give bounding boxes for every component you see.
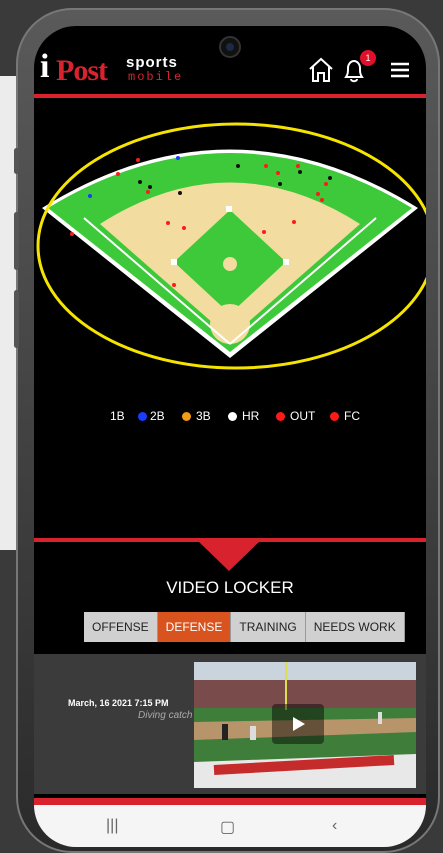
logo-sports: sports: [126, 54, 178, 71]
legend-fc-dot: [330, 412, 339, 421]
video-list-item[interactable]: March, 16 2021 7:15 PM Diving catch: [34, 654, 426, 794]
phone-screen: i Post sports mobile 1 1B 2B 3B HR OUT F…: [34, 26, 426, 846]
tab-offense[interactable]: OFFENSE: [84, 612, 158, 642]
menu-icon[interactable]: [386, 56, 414, 84]
legend-hr-dot: [228, 412, 237, 421]
legend-2b-dot: [138, 412, 147, 421]
notification-badge: 1: [360, 50, 376, 66]
system-navbar: ||| ▢ ‹: [34, 805, 426, 847]
video-thumbnail[interactable]: [194, 662, 416, 788]
play-icon: [293, 717, 305, 731]
legend-label-fc: FC: [344, 409, 360, 423]
logo-i: i: [40, 48, 50, 85]
legend-label-out: OUT: [290, 409, 316, 423]
video-locker-tabs: OFFENSE DEFENSE TRAINING NEEDS WORK: [84, 612, 405, 642]
tab-training[interactable]: TRAINING: [231, 612, 306, 642]
recents-icon[interactable]: |||: [106, 817, 118, 835]
phone-side-button: [14, 148, 19, 174]
legend-label-hr: HR: [242, 409, 260, 423]
video-date: March, 16 2021 7:15 PM: [68, 698, 169, 708]
legend-label-1b: 1B: [110, 409, 125, 423]
spray-chart-legend: 1B 2B 3B HR OUT FC: [110, 409, 410, 425]
highlight-ellipse: [36, 122, 426, 370]
phone-volume-up: [14, 212, 19, 270]
back-icon[interactable]: ‹: [332, 817, 337, 835]
legend-out-dot: [276, 412, 285, 421]
home-circle-icon[interactable]: ▢: [220, 817, 235, 837]
video-locker-title: VIDEO LOCKER: [166, 578, 294, 597]
tab-defense[interactable]: DEFENSE: [157, 612, 232, 642]
play-button[interactable]: [272, 704, 324, 744]
section-arrow: [198, 541, 260, 571]
phone-volume-down: [14, 290, 19, 348]
header-divider: [34, 94, 426, 98]
logo-post: Post: [56, 54, 108, 87]
legend-3b-dot: [182, 412, 191, 421]
home-icon[interactable]: [307, 56, 335, 84]
tab-needs-work[interactable]: NEEDS WORK: [305, 612, 405, 642]
legend-label-3b: 3B: [196, 409, 211, 423]
logo-mobile: mobile: [128, 70, 184, 84]
legend-label-2b: 2B: [150, 409, 165, 423]
app-header: i Post sports mobile 1: [34, 26, 426, 100]
video-description: Diving catch: [138, 710, 193, 721]
